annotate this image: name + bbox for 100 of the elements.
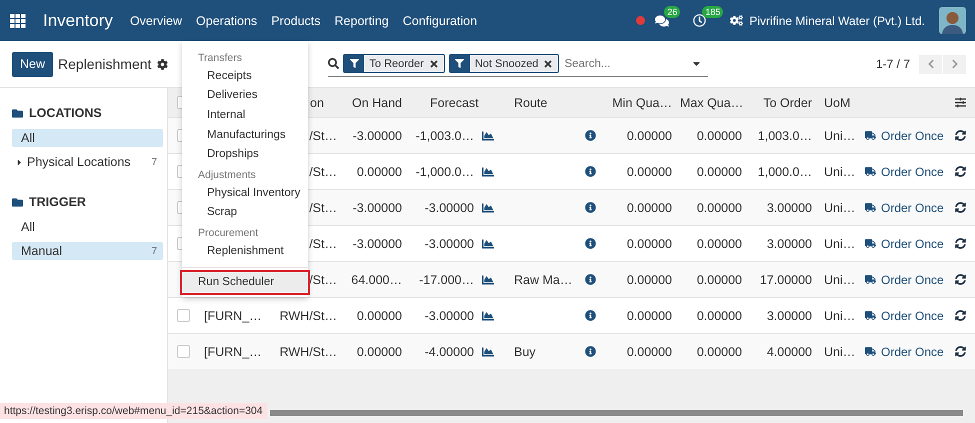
table-cell-text: /St… bbox=[308, 236, 338, 250]
column-header[interactable]: UoM bbox=[820, 96, 865, 110]
refresh-icon[interactable] bbox=[955, 130, 966, 141]
menu-item[interactable]: Internal bbox=[207, 105, 246, 125]
menu-item[interactable]: Physical Inventory bbox=[207, 182, 300, 203]
filter-item[interactable]: All bbox=[12, 129, 163, 147]
close-icon[interactable] bbox=[543, 58, 554, 68]
table-cell-text: 1,003.0… bbox=[756, 128, 813, 142]
column-header[interactable]: Route bbox=[510, 96, 585, 110]
info-icon[interactable] bbox=[585, 166, 596, 177]
truck-icon bbox=[865, 346, 876, 357]
menu-section-title: Transfers bbox=[198, 52, 242, 64]
order-once-button[interactable]: Order Once bbox=[865, 164, 955, 178]
app-name[interactable]: Inventory bbox=[43, 10, 113, 30]
column-header[interactable]: To Order bbox=[750, 96, 820, 110]
info-icon[interactable] bbox=[585, 202, 596, 213]
table-cell-text: 0.00000 bbox=[626, 308, 673, 322]
table-cell-text: /St… bbox=[308, 272, 338, 286]
refresh-icon[interactable] bbox=[955, 238, 966, 249]
previous-button[interactable] bbox=[919, 54, 942, 74]
info-icon[interactable] bbox=[585, 238, 596, 249]
next-button[interactable] bbox=[943, 54, 966, 74]
settings-icon[interactable] bbox=[157, 58, 168, 70]
table-cell-text: Uni… bbox=[823, 308, 856, 322]
chart-icon[interactable] bbox=[482, 274, 494, 286]
table-cell-text: 0.00000 bbox=[356, 344, 403, 358]
chart-icon[interactable] bbox=[482, 130, 494, 142]
table-cell-text: Raw Ma… bbox=[513, 272, 574, 286]
info-icon[interactable] bbox=[585, 130, 596, 141]
table-cell-text: 3.00000 bbox=[766, 308, 813, 322]
menu-item[interactable]: Scrap bbox=[207, 202, 238, 222]
order-once-button[interactable]: Order Once bbox=[865, 272, 955, 286]
truck-icon bbox=[865, 274, 876, 285]
table-cell-text: 0.00000 bbox=[696, 272, 743, 286]
filter-item[interactable]: All bbox=[12, 218, 163, 236]
info-icon[interactable] bbox=[585, 346, 596, 357]
order-once-button[interactable]: Order Once bbox=[865, 344, 955, 358]
menu-item[interactable]: Reporting bbox=[334, 14, 389, 28]
apps-icon[interactable] bbox=[10, 14, 26, 28]
menu-item[interactable]: Run Scheduler bbox=[182, 272, 308, 293]
refresh-icon[interactable] bbox=[955, 202, 966, 213]
column-header[interactable]: Max Qua… bbox=[680, 96, 750, 110]
refresh-icon[interactable] bbox=[955, 346, 966, 357]
filter-item[interactable]: Physical Locations 7 bbox=[12, 153, 163, 171]
table-cell-text: 0.00000 bbox=[696, 128, 743, 142]
scrollbar[interactable] bbox=[270, 410, 963, 416]
table-cell-text: /St… bbox=[308, 200, 338, 214]
chart-icon[interactable] bbox=[482, 238, 494, 250]
menu-item[interactable]: Replenishment bbox=[207, 241, 284, 261]
column-settings-icon[interactable] bbox=[955, 97, 966, 108]
table-cell-text: -1,000.0… bbox=[414, 164, 475, 178]
menu-item[interactable]: Receipts bbox=[207, 66, 252, 86]
new-button[interactable]: New bbox=[12, 52, 54, 76]
table-cell-text: -4.00000 bbox=[424, 344, 475, 358]
table-cell-text: Uni… bbox=[823, 236, 856, 250]
filter-item[interactable]: Manual 7 bbox=[12, 242, 163, 260]
info-icon[interactable] bbox=[585, 274, 596, 285]
menu-item[interactable]: Overview bbox=[130, 14, 182, 28]
checkbox[interactable] bbox=[177, 309, 190, 322]
truck-icon bbox=[865, 130, 876, 141]
search-field[interactable]: To Reorder Not Snoozed Search... bbox=[328, 51, 708, 77]
search-icon[interactable] bbox=[328, 58, 340, 69]
pager-value: 1-7 / 7 bbox=[876, 57, 910, 71]
table-cell-text: [FURN_… bbox=[203, 308, 263, 322]
chart-icon[interactable] bbox=[482, 310, 494, 322]
column-header[interactable]: Forecast bbox=[410, 96, 482, 110]
refresh-icon[interactable] bbox=[955, 310, 966, 321]
column-header[interactable]: On Hand bbox=[345, 96, 410, 110]
menu-item[interactable]: Manufacturings bbox=[207, 124, 286, 144]
order-once-button[interactable]: Order Once bbox=[865, 200, 955, 214]
filter-facet[interactable]: Not Snoozed bbox=[448, 54, 560, 73]
order-once-button[interactable]: Order Once bbox=[865, 128, 955, 142]
table-cell-text: Uni… bbox=[823, 128, 856, 142]
chart-icon[interactable] bbox=[482, 202, 494, 214]
table-cell-text: Uni… bbox=[823, 164, 856, 178]
avatar[interactable] bbox=[939, 7, 966, 34]
section-title: LOCATIONS bbox=[29, 106, 102, 120]
menu-item[interactable]: Products bbox=[271, 14, 321, 28]
refresh-icon[interactable] bbox=[955, 274, 966, 285]
chat-icon[interactable] bbox=[655, 14, 670, 28]
filter-facet[interactable]: To Reorder bbox=[343, 54, 445, 73]
refresh-icon[interactable] bbox=[955, 166, 966, 177]
close-icon[interactable] bbox=[428, 58, 439, 68]
table-cell-text: 0.00000 bbox=[696, 344, 743, 358]
menu-item[interactable]: Operations bbox=[196, 14, 258, 28]
company-name[interactable]: Pivrifine Mineral Water (Pvt.) Ltd. bbox=[749, 14, 925, 28]
chart-icon[interactable] bbox=[482, 346, 494, 358]
checkbox[interactable] bbox=[177, 345, 190, 358]
table-cell-text: Uni… bbox=[823, 344, 856, 358]
menu-item[interactable]: Deliveries bbox=[207, 86, 258, 106]
info-icon[interactable] bbox=[585, 310, 596, 321]
menu-item[interactable]: Configuration bbox=[402, 14, 478, 28]
chart-icon[interactable] bbox=[482, 166, 494, 178]
gears-icon[interactable] bbox=[730, 14, 744, 27]
table-cell-text: -1,003.0… bbox=[414, 128, 475, 142]
clock-icon[interactable] bbox=[693, 14, 706, 27]
menu-item[interactable]: Dropships bbox=[207, 144, 259, 164]
order-once-button[interactable]: Order Once bbox=[865, 236, 955, 250]
order-once-button[interactable]: Order Once bbox=[865, 308, 955, 322]
column-header[interactable]: Min Qua… bbox=[610, 96, 680, 110]
